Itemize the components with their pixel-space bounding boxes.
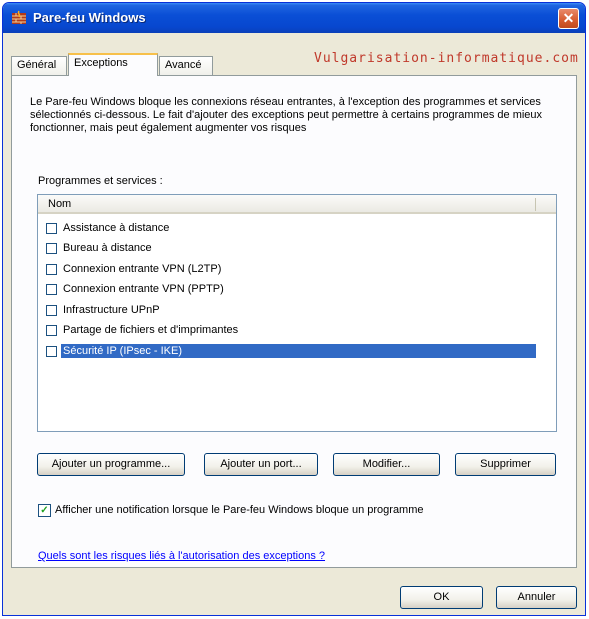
list-item-label: Infrastructure UPnP (63, 304, 160, 316)
add-port-button[interactable]: Ajouter un port... (204, 453, 318, 476)
tab-advanced[interactable]: Avancé (159, 56, 213, 75)
checkbox[interactable] (46, 305, 57, 316)
column-header-name[interactable]: Nom (48, 198, 71, 210)
checkbox[interactable] (46, 223, 57, 234)
close-icon: ✕ (562, 10, 575, 26)
list-item[interactable]: Assistance à distance (46, 220, 536, 237)
description-text: Le Pare-feu Windows bloque les connexion… (30, 96, 543, 134)
list-item[interactable]: Connexion entrante VPN (L2TP) (46, 261, 536, 278)
column-separator[interactable] (535, 198, 536, 211)
watermark-text: Vulgarisation-informatique.com (314, 51, 579, 66)
list-item[interactable]: Bureau à distance (46, 240, 536, 257)
list-header[interactable]: Nom (38, 195, 556, 214)
list-item-label: Assistance à distance (63, 222, 170, 234)
list-item-label: Connexion entrante VPN (PPTP) (63, 283, 224, 295)
title-bar[interactable]: Pare-feu Windows ✕ (3, 3, 585, 33)
tab-exceptions[interactable]: Exceptions (68, 53, 158, 76)
exceptions-risk-link[interactable]: Quels sont les risques liés à l'autorisa… (38, 550, 325, 562)
ok-button[interactable]: OK (400, 586, 483, 609)
list-item-selected[interactable]: Sécurité IP (IPsec - IKE) (46, 343, 536, 360)
window-title: Pare-feu Windows (33, 10, 146, 25)
modify-button[interactable]: Modifier... (333, 453, 440, 476)
programs-list[interactable]: Nom Assistance à distance Bureau à dista… (37, 194, 557, 432)
list-item-label: Connexion entrante VPN (L2TP) (63, 263, 222, 275)
firewall-window: Pare-feu Windows ✕ Général Exceptions Av… (2, 2, 586, 616)
notify-label[interactable]: Afficher une notification lorsque le Par… (55, 504, 424, 516)
notify-checkbox[interactable]: ✓ (38, 504, 51, 517)
add-program-button[interactable]: Ajouter un programme... (37, 453, 185, 476)
close-button[interactable]: ✕ (558, 8, 579, 29)
tab-general[interactable]: Général (11, 56, 67, 75)
checkbox[interactable] (46, 346, 57, 357)
checkbox[interactable] (46, 264, 57, 275)
programs-section-label: Programmes et services : (38, 175, 163, 187)
firewall-icon (12, 10, 26, 24)
list-item-label: Bureau à distance (63, 242, 152, 254)
checkbox[interactable] (46, 243, 57, 254)
list-item[interactable]: Partage de fichiers et d'imprimantes (46, 322, 536, 339)
delete-button[interactable]: Supprimer (455, 453, 556, 476)
checkbox[interactable] (46, 325, 57, 336)
list-item-label: Partage de fichiers et d'imprimantes (63, 324, 239, 336)
checkbox[interactable] (46, 284, 57, 295)
list-item[interactable]: Connexion entrante VPN (PPTP) (46, 281, 536, 298)
list-item-label: Sécurité IP (IPsec - IKE) (61, 344, 536, 358)
list-item[interactable]: Infrastructure UPnP (46, 302, 536, 319)
cancel-button[interactable]: Annuler (496, 586, 577, 609)
